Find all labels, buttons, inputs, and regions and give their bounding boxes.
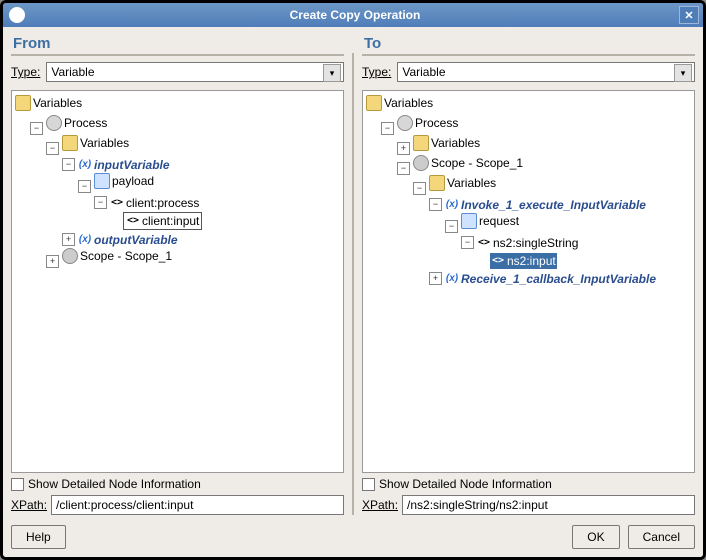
from-xpath-label: XPath:	[11, 498, 47, 512]
from-type-value: Variable	[51, 65, 94, 79]
tree-label: Variables	[80, 135, 129, 151]
collapse-icon[interactable]: −	[381, 122, 394, 135]
tree-label: Scope - Scope_1	[80, 248, 172, 264]
chevron-down-icon: ▾	[674, 64, 692, 82]
folder-icon	[366, 95, 382, 111]
window-title: Create Copy Operation	[31, 8, 679, 22]
from-xpath-input[interactable]	[51, 495, 344, 515]
tree-label: outputVariable	[94, 232, 178, 248]
folder-icon	[62, 135, 78, 151]
tree-label: request	[479, 213, 519, 229]
tree-label: payload	[112, 173, 154, 189]
tree-label: Receive_1_callback_InputVariable	[461, 271, 656, 287]
expand-icon[interactable]: +	[62, 233, 75, 246]
folder-icon	[15, 95, 31, 111]
from-selected-node[interactable]: <> client:input	[123, 212, 202, 230]
to-tree[interactable]: Variables − Process + Variables − Scope …	[362, 90, 695, 473]
tree-label: Process	[415, 115, 458, 131]
tree-label: inputVariable	[94, 157, 170, 173]
titlebar: Create Copy Operation ✕	[3, 3, 703, 27]
app-icon	[9, 7, 25, 23]
to-type-label: Type:	[362, 65, 391, 79]
ok-button[interactable]: OK	[572, 525, 619, 549]
collapse-icon[interactable]: −	[94, 196, 107, 209]
collapse-icon[interactable]: −	[429, 198, 442, 211]
collapse-icon[interactable]: −	[46, 142, 59, 155]
scope-icon	[62, 248, 78, 264]
tree-label: Variables	[33, 95, 82, 111]
from-show-detail-checkbox[interactable]	[11, 478, 24, 491]
to-xpath-label: XPath:	[362, 498, 398, 512]
to-show-detail-label: Show Detailed Node Information	[379, 477, 552, 491]
payload-icon	[461, 213, 477, 229]
collapse-icon[interactable]: −	[78, 180, 91, 193]
element-icon: <>	[126, 214, 140, 228]
collapse-icon[interactable]: −	[461, 236, 474, 249]
close-icon[interactable]: ✕	[679, 6, 699, 24]
tree-label: Scope - Scope_1	[431, 155, 523, 171]
tree-label: Process	[64, 115, 107, 131]
collapse-icon[interactable]: −	[30, 122, 43, 135]
element-icon: <>	[110, 196, 124, 210]
from-panel: From Type: Variable ▾ Variables − Proces…	[11, 35, 344, 515]
to-type-combo[interactable]: Variable ▾	[397, 62, 695, 82]
from-tree[interactable]: Variables − Process − Variables −(x) inp…	[11, 90, 344, 473]
payload-icon	[94, 173, 110, 189]
variable-icon: (x)	[78, 233, 92, 247]
variable-icon: (x)	[445, 198, 459, 212]
chevron-down-icon: ▾	[323, 64, 341, 82]
folder-icon	[429, 175, 445, 191]
process-icon	[46, 115, 62, 131]
variable-icon: (x)	[445, 272, 459, 286]
tree-label: Variables	[384, 95, 433, 111]
element-icon: <>	[491, 254, 505, 268]
from-type-label: Type:	[11, 65, 40, 79]
panel-separator	[352, 53, 354, 515]
element-icon: <>	[477, 236, 491, 250]
folder-icon	[413, 135, 429, 151]
collapse-icon[interactable]: −	[397, 162, 410, 175]
expand-icon[interactable]: +	[429, 272, 442, 285]
tree-label: Invoke_1_execute_InputVariable	[461, 197, 646, 213]
from-show-detail-label: Show Detailed Node Information	[28, 477, 201, 491]
to-heading: To	[364, 35, 695, 52]
collapse-icon[interactable]: −	[445, 220, 458, 233]
from-heading: From	[13, 35, 344, 52]
tree-label: client:process	[126, 195, 199, 211]
cancel-button[interactable]: Cancel	[628, 525, 695, 549]
to-panel: To Type: Variable ▾ Variables − Process	[362, 35, 695, 515]
collapse-icon[interactable]: −	[62, 158, 75, 171]
expand-icon[interactable]: +	[397, 142, 410, 155]
to-selected-node[interactable]: <> ns2:input	[490, 253, 557, 269]
variable-icon: (x)	[78, 158, 92, 172]
collapse-icon[interactable]: −	[413, 182, 426, 195]
process-icon	[397, 115, 413, 131]
tree-label: ns2:input	[507, 253, 556, 269]
tree-label: client:input	[142, 213, 199, 229]
scope-icon	[413, 155, 429, 171]
to-type-value: Variable	[402, 65, 445, 79]
to-xpath-input[interactable]	[402, 495, 695, 515]
tree-label: Variables	[447, 175, 496, 191]
from-type-combo[interactable]: Variable ▾	[46, 62, 344, 82]
tree-label: Variables	[431, 135, 480, 151]
to-show-detail-checkbox[interactable]	[362, 478, 375, 491]
help-button[interactable]: Help	[11, 525, 66, 549]
expand-icon[interactable]: +	[46, 255, 59, 268]
tree-label: ns2:singleString	[493, 235, 578, 251]
